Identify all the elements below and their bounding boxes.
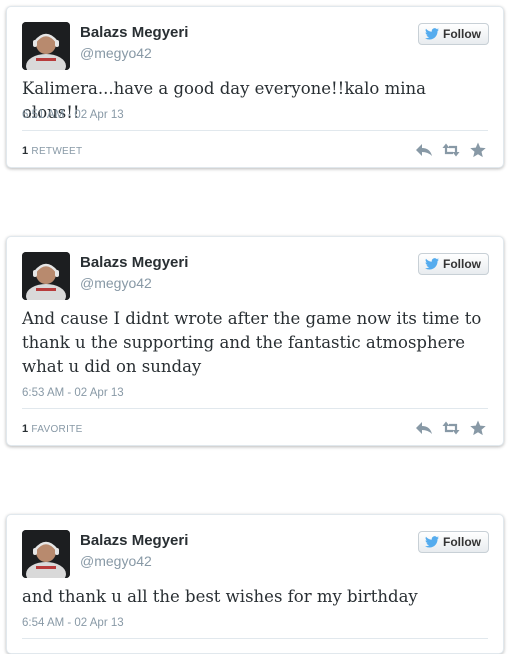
- avatar[interactable]: [22, 530, 70, 578]
- favorite-count[interactable]: 1 FAVORITE: [22, 423, 83, 435]
- follow-button[interactable]: Follow: [418, 531, 489, 553]
- divider: [22, 130, 488, 131]
- retweet-count[interactable]: 1 RETWEET: [22, 145, 82, 157]
- stat-count: 1: [22, 423, 29, 435]
- reply-icon[interactable]: [415, 420, 433, 436]
- reply-icon[interactable]: [415, 142, 433, 158]
- follow-button-label: Follow: [443, 535, 481, 549]
- divider: [22, 408, 488, 409]
- tweet-card: Balazs Megyeri @megyo42 Follow And cause…: [6, 236, 504, 446]
- follow-button[interactable]: Follow: [418, 23, 489, 45]
- stat-label: FAVORITE: [31, 424, 83, 435]
- tweet-timestamp[interactable]: 6:54 AM - 02 Apr 13: [22, 617, 124, 629]
- star-icon[interactable]: [469, 142, 487, 158]
- tweet-actions: [415, 420, 487, 436]
- tweet-text: and thank u all the best wishes for my b…: [22, 587, 418, 606]
- follow-button-label: Follow: [443, 257, 481, 271]
- tweet-timestamp[interactable]: 6:51 AM - 02 Apr 13: [22, 109, 124, 121]
- avatar[interactable]: [22, 252, 70, 300]
- retweet-icon[interactable]: [442, 142, 460, 158]
- star-icon[interactable]: [469, 420, 487, 436]
- tweet-timestamp[interactable]: 6:53 AM - 02 Apr 13: [22, 387, 124, 399]
- tweet-text: And cause I didnt wrote after the game n…: [22, 309, 482, 376]
- tweet-card: Balazs Megyeri @megyo42 Follow and thank…: [6, 514, 504, 654]
- retweet-icon[interactable]: [442, 420, 460, 436]
- stat-count: 1: [22, 145, 29, 157]
- follow-button[interactable]: Follow: [418, 253, 489, 275]
- author-handle[interactable]: @megyo42: [80, 553, 152, 569]
- author-handle[interactable]: @megyo42: [80, 45, 152, 61]
- stat-label: RETWEET: [31, 146, 83, 157]
- avatar[interactable]: [22, 22, 70, 70]
- twitter-bird-icon: [425, 258, 439, 270]
- divider: [22, 638, 488, 639]
- twitter-bird-icon: [425, 536, 439, 548]
- author-name[interactable]: Balazs Megyeri: [80, 24, 188, 41]
- author-name[interactable]: Balazs Megyeri: [80, 532, 188, 549]
- twitter-bird-icon: [425, 28, 439, 40]
- tweet-card: Balazs Megyeri @megyo42 Follow Kalimera.…: [6, 6, 504, 168]
- follow-button-label: Follow: [443, 27, 481, 41]
- tweet-actions: [415, 142, 487, 158]
- author-handle[interactable]: @megyo42: [80, 275, 152, 291]
- author-name[interactable]: Balazs Megyeri: [80, 254, 188, 271]
